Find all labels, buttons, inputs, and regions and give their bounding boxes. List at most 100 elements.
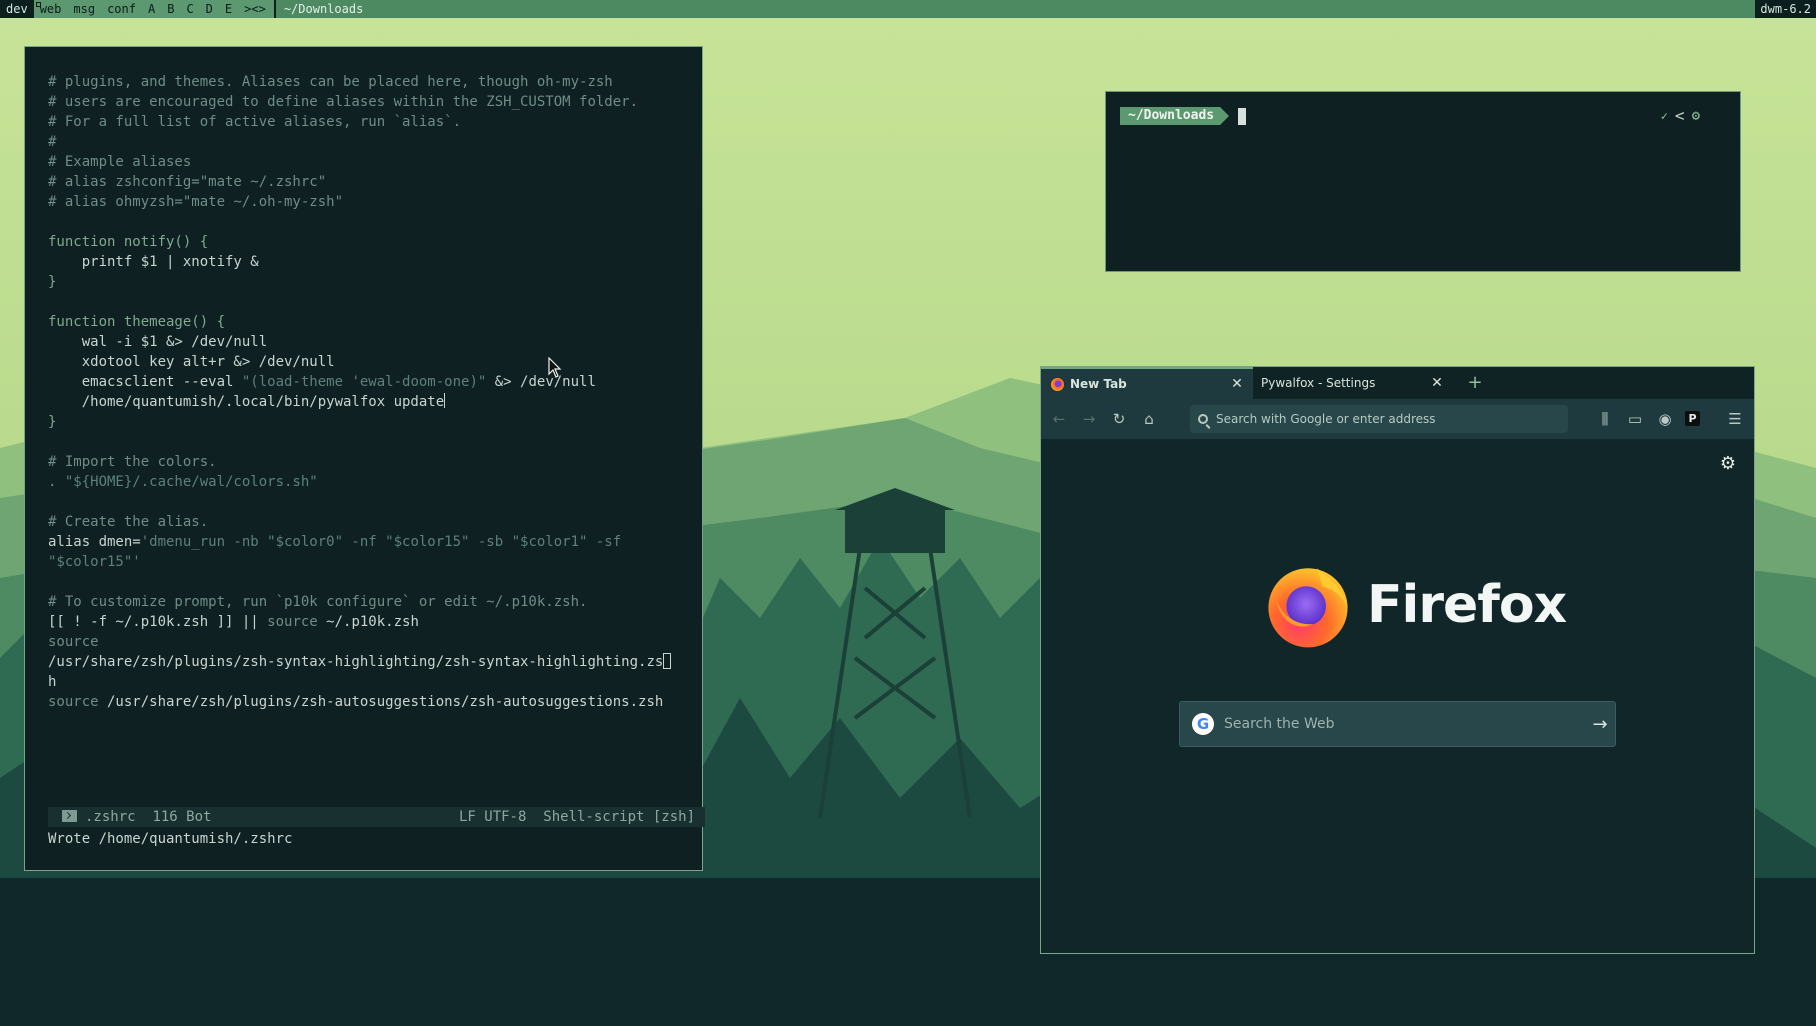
firefox-wordmark: Firefox xyxy=(1367,575,1567,635)
code-line: # Import the colors. xyxy=(48,452,688,472)
gear-icon: ⚙ xyxy=(1691,107,1700,124)
code-token: # Example aliases xyxy=(48,154,192,170)
sidebar-icon[interactable]: ▭ xyxy=(1625,409,1645,429)
workspace-tag-e[interactable]: E xyxy=(219,0,238,18)
forward-arrow-icon[interactable]: → xyxy=(1079,409,1099,429)
address-bar[interactable]: Search with Google or enter address xyxy=(1190,405,1568,433)
prompt-directory: ~/Downloads xyxy=(1120,107,1230,125)
tab-new-tab[interactable]: New Tab ✕ xyxy=(1041,367,1253,399)
hamburger-menu-icon[interactable]: ☰ xyxy=(1725,409,1745,429)
code-line: printf $1 | xnotify & xyxy=(48,252,688,272)
workspace-tag-web[interactable]: web xyxy=(34,0,68,18)
code-line: source /usr/share/zsh/plugins/zsh-autosu… xyxy=(48,692,688,712)
web-search-placeholder: Search the Web xyxy=(1224,716,1335,732)
code-line: # alias zshconfig="mate ~/.zshrc" xyxy=(48,172,688,192)
code-line: # Create the alias. xyxy=(48,512,688,532)
code-token: } xyxy=(48,414,57,430)
new-tab-button[interactable]: + xyxy=(1463,371,1487,395)
modeline: .zshrc 116 Bot LF UTF-8 Shell-script [zsh… xyxy=(48,807,705,827)
code-token: printf $1 | xnotify & xyxy=(48,254,259,270)
code-line: } xyxy=(48,412,688,432)
code-line: # users are encouraged to define aliases… xyxy=(48,92,688,112)
code-token: "${HOME}/.cache/wal/colors.sh" xyxy=(64,474,318,490)
reload-icon[interactable]: ↻ xyxy=(1109,409,1129,429)
code-line: function notify() { xyxy=(48,232,688,252)
editor-buffer[interactable]: # plugins, and themes. Aliases can be pl… xyxy=(48,72,688,712)
code-token: # Import the colors. xyxy=(48,454,217,470)
tab-label: Pywalfox - Settings xyxy=(1261,376,1376,390)
mouse-cursor-icon xyxy=(548,357,562,378)
code-token: "$color15"' xyxy=(48,554,141,570)
code-line: . "${HOME}/.cache/wal/colors.sh" xyxy=(48,472,688,492)
firefox-window[interactable]: New Tab ✕ Pywalfox - Settings ✕ + ← → ↻ … xyxy=(1040,366,1755,954)
close-tab-icon[interactable]: ✕ xyxy=(1227,376,1247,392)
pywalfox-extension-icon[interactable]: P xyxy=(1685,411,1700,426)
code-line: # xyxy=(48,132,688,152)
new-tab-page: ⚙ Firefox G Search the Web → xyxy=(1041,439,1754,953)
account-icon[interactable]: ◉ xyxy=(1655,409,1675,429)
workspace-tag-a[interactable]: A xyxy=(142,0,161,18)
shell-prompt: ~/Downloads xyxy=(1120,106,1247,126)
firefox-logo-icon xyxy=(1268,568,1348,648)
code-token: # users are encouraged to define aliases… xyxy=(48,94,639,110)
code-line: # For a full list of active aliases, run… xyxy=(48,112,688,132)
code-line: # alias ohmyzsh="mate ~/.oh-my-zsh" xyxy=(48,192,688,212)
code-token: } xyxy=(48,274,57,290)
code-token: emacsclient --eval xyxy=(48,374,242,390)
layout-indicator[interactable]: ><> xyxy=(238,0,274,18)
code-token: # To customize prompt, run `p10k configu… xyxy=(48,594,588,610)
close-tab-icon[interactable]: ✕ xyxy=(1427,375,1447,391)
code-token: "(load-theme 'ewal-doom-one)" xyxy=(241,374,487,390)
code-token: . xyxy=(48,474,65,490)
code-line: # To customize prompt, run `p10k configu… xyxy=(48,592,688,612)
chevron-left-icon: < xyxy=(1674,106,1685,125)
search-go-arrow-icon[interactable]: → xyxy=(1585,714,1615,735)
dwm-status-bar: dev web msg conf A B C D E ><> ~/Downloads dwm-6… xyxy=(0,0,1816,18)
home-icon[interactable]: ⌂ xyxy=(1139,409,1159,429)
library-icon[interactable]: ⫼ xyxy=(1595,409,1615,429)
code-line: /usr/share/zsh/plugins/zsh-syntax-highli… xyxy=(48,652,688,672)
code-token: source xyxy=(48,634,99,650)
workspace-tag-msg[interactable]: msg xyxy=(67,0,101,18)
code-line: } xyxy=(48,272,688,292)
workspace-tag-c[interactable]: C xyxy=(180,0,199,18)
code-line: function themeage() { xyxy=(48,312,688,332)
code-line: emacsclient --eval "(load-theme 'ewal-do… xyxy=(48,372,688,392)
code-token: function notify() { xyxy=(48,234,209,250)
web-search-box[interactable]: G Search the Web → xyxy=(1179,701,1616,747)
workspace-tag-conf[interactable]: conf xyxy=(101,0,142,18)
editor-window[interactable]: # plugins, and themes. Aliases can be pl… xyxy=(24,46,705,871)
code-token: wal -i $1 &> /dev/null xyxy=(48,334,268,350)
workspace-tag-dev[interactable]: dev xyxy=(0,0,34,18)
code-line: # plugins, and themes. Aliases can be pl… xyxy=(48,72,688,92)
firefox-favicon-icon xyxy=(1051,377,1064,391)
workspace-tag-d[interactable]: D xyxy=(200,0,219,18)
navigation-toolbar: ← → ↻ ⌂ Search with Google or enter addr… xyxy=(1041,399,1754,439)
tab-pywalfox-settings[interactable]: Pywalfox - Settings ✕ xyxy=(1253,367,1453,399)
code-token: /usr/share/zsh/plugins/zsh-syntax-highli… xyxy=(48,654,664,670)
tab-strip: New Tab ✕ Pywalfox - Settings ✕ + xyxy=(1041,367,1754,399)
code-line: wal -i $1 &> /dev/null xyxy=(48,332,688,352)
box-cursor xyxy=(663,653,672,669)
code-token: source xyxy=(267,614,318,630)
code-line: source xyxy=(48,632,688,652)
workspace-tag-b[interactable]: B xyxy=(161,0,180,18)
code-token: # For a full list of active aliases, run… xyxy=(48,114,462,130)
workspace-tags: dev web msg conf A B C D E xyxy=(0,0,238,18)
terminal-icon xyxy=(62,810,77,822)
terminal-window[interactable]: ~/Downloads ✓ < ⚙ xyxy=(1105,91,1741,272)
code-token: /home/quantumish/.local/bin/pywalfox upd… xyxy=(48,394,445,410)
back-arrow-icon[interactable]: ← xyxy=(1049,409,1069,429)
right-prompt: ✓ < ⚙ xyxy=(1661,106,1700,125)
code-token: # alias zshconfig="mate ~/.zshrc" xyxy=(48,174,327,190)
modeline-major-mode: Shell-script [zsh] xyxy=(543,809,695,825)
window-title: ~/Downloads xyxy=(273,0,1756,18)
code-line: [[ ! -f ~/.p10k.zsh ]] || source ~/.p10k… xyxy=(48,612,688,632)
status-text: dwm-6.2 xyxy=(1755,0,1816,18)
code-token: # xyxy=(48,134,57,150)
settings-gear-icon[interactable]: ⚙ xyxy=(1720,453,1736,474)
